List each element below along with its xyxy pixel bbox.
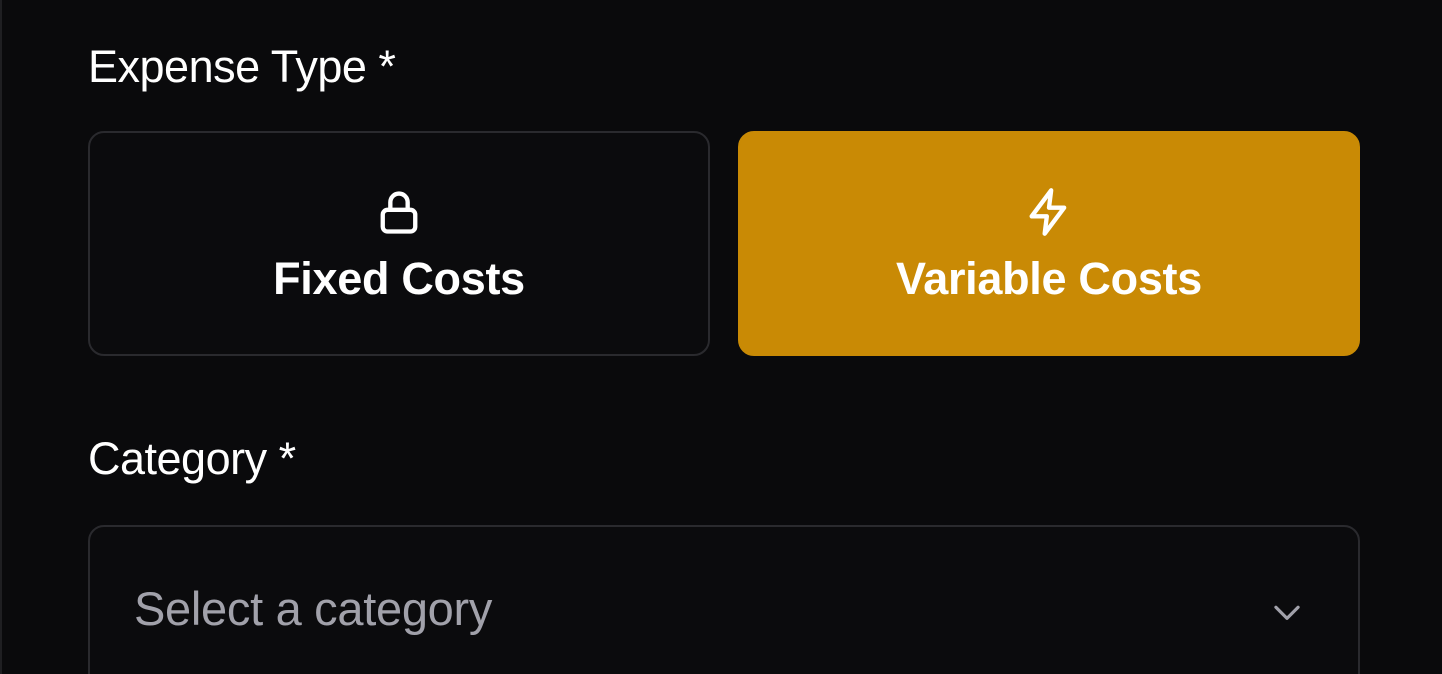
lightning-icon <box>1029 188 1067 236</box>
variable-costs-label: Variable Costs <box>896 253 1202 304</box>
category-label: Category * <box>88 433 296 484</box>
fixed-costs-option[interactable]: Fixed Costs <box>88 131 710 356</box>
category-placeholder: Select a category <box>134 582 493 635</box>
fixed-costs-label: Fixed Costs <box>273 253 525 304</box>
category-select[interactable]: Select a category <box>88 525 1360 674</box>
lock-icon <box>380 191 418 234</box>
expense-form: Expense Type * Fixed Costs Variable Cost… <box>0 0 1442 674</box>
variable-costs-option[interactable]: Variable Costs <box>738 131 1360 356</box>
expense-type-label: Expense Type * <box>88 41 396 92</box>
chevron-down-icon <box>1274 605 1300 620</box>
